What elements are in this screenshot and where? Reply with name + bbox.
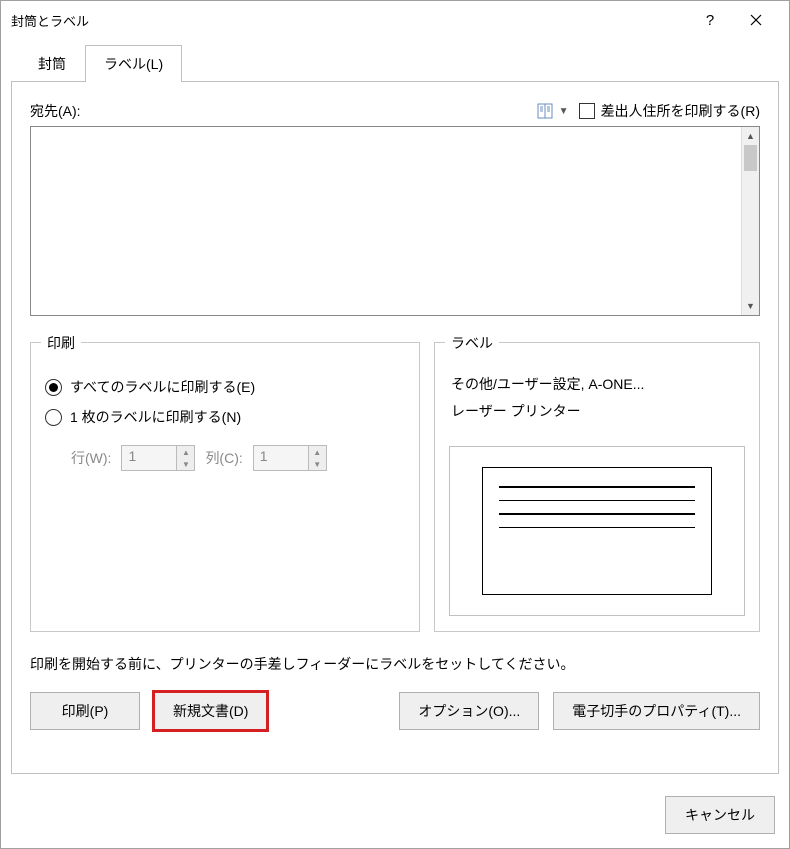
label-legend: ラベル — [445, 333, 499, 353]
tab-envelope[interactable]: 封筒 — [19, 45, 85, 82]
print-button[interactable]: 印刷(P) — [30, 692, 140, 730]
footer: キャンセル — [1, 784, 789, 848]
address-book-icon — [537, 102, 555, 120]
stamp-properties-button[interactable]: 電子切手のプロパティ(T)... — [553, 692, 760, 730]
label-groupbox[interactable]: ラベル その他/ユーザー設定, A-ONE... レーザー プリンター — [434, 342, 760, 632]
address-textarea[interactable] — [31, 127, 741, 315]
row-spin-down: ▼ — [177, 458, 194, 470]
row-col-row: 行(W): 1 ▲ ▼ 列(C): 1 ▲ — [45, 445, 405, 471]
return-address-checkbox[interactable] — [579, 103, 595, 119]
preview-line — [499, 500, 695, 502]
row-spinner: 1 ▲ ▼ — [121, 445, 195, 471]
options-button[interactable]: オプション(O)... — [399, 692, 539, 730]
new-document-button[interactable]: 新規文書(D) — [154, 692, 267, 730]
preview-line — [499, 513, 695, 515]
row-value: 1 — [122, 446, 176, 470]
return-address-checkbox-label: 差出人住所を印刷する(R) — [601, 101, 760, 121]
scroll-up-button[interactable]: ▲ — [742, 127, 759, 145]
col-spinner: 1 ▲ ▼ — [253, 445, 327, 471]
titlebar: 封筒とラベル ? — [1, 1, 789, 39]
chevron-down-icon: ▼ — [559, 106, 569, 117]
print-legend: 印刷 — [41, 333, 81, 353]
preview-line — [499, 486, 695, 488]
spacer — [281, 692, 385, 730]
radio-one-indicator — [45, 409, 62, 426]
preview-line — [499, 527, 695, 529]
return-address-checkbox-wrap[interactable]: 差出人住所を印刷する(R) — [579, 101, 760, 121]
col-value: 1 — [254, 446, 308, 470]
address-header-row: 宛先(A): ▼ — [30, 100, 760, 122]
label-info: その他/ユーザー設定, A-ONE... レーザー プリンター — [449, 367, 745, 428]
label-preview-rect — [482, 467, 712, 595]
row-spin-up: ▲ — [177, 446, 194, 458]
radio-all-label: すべてのラベルに印刷する(E) — [70, 377, 255, 397]
mid-row: 印刷 すべてのラベルに印刷する(E) 1 枚のラベルに印刷する(N) 行(W):… — [30, 342, 760, 632]
scrollbar[interactable]: ▲ ▼ — [741, 127, 759, 315]
label-info-line1: その他/ユーザー設定, A-ONE... — [451, 371, 743, 398]
help-button[interactable]: ? — [687, 5, 733, 35]
label-info-line2: レーザー プリンター — [451, 398, 743, 425]
col-spin-up: ▲ — [309, 446, 326, 458]
button-row: 印刷(P) 新規文書(D) オプション(O)... 電子切手のプロパティ(T).… — [30, 692, 760, 730]
radio-one-label[interactable]: 1 枚のラベルに印刷する(N) — [45, 407, 405, 427]
scroll-down-button[interactable]: ▼ — [742, 297, 759, 315]
content: 封筒 ラベル(L) 宛先(A): — [1, 39, 789, 784]
print-groupbox: 印刷 すべてのラベルに印刷する(E) 1 枚のラベルに印刷する(N) 行(W):… — [30, 342, 420, 632]
radio-one-label-text: 1 枚のラベルに印刷する(N) — [70, 407, 241, 427]
cancel-button[interactable]: キャンセル — [665, 796, 775, 834]
radio-all-indicator — [45, 379, 62, 396]
row-field-label: 行(W): — [71, 448, 111, 468]
address-textarea-wrap: ▲ ▼ — [30, 126, 760, 316]
scroll-thumb[interactable] — [744, 145, 757, 171]
hint-text: 印刷を開始する前に、プリンターの手差しフィーダーにラベルをセットしてください。 — [30, 654, 760, 674]
address-label: 宛先(A): — [30, 101, 81, 121]
address-header-right: ▼ 差出人住所を印刷する(R) — [535, 100, 760, 122]
radio-all-labels[interactable]: すべてのラベルに印刷する(E) — [45, 377, 405, 397]
tab-page-label: 宛先(A): ▼ — [11, 81, 779, 774]
close-button[interactable] — [733, 5, 779, 35]
dialog-window: 封筒とラベル ? 封筒 ラベル(L) 宛先(A): — [0, 0, 790, 849]
close-icon — [750, 14, 762, 26]
col-spin-down: ▼ — [309, 458, 326, 470]
label-preview — [449, 446, 745, 616]
col-field-label: 列(C): — [205, 448, 242, 468]
address-book-button[interactable]: ▼ — [535, 100, 571, 122]
tab-label[interactable]: ラベル(L) — [85, 45, 182, 82]
window-title: 封筒とラベル — [11, 11, 687, 30]
tabstrip: 封筒 ラベル(L) — [11, 45, 779, 82]
